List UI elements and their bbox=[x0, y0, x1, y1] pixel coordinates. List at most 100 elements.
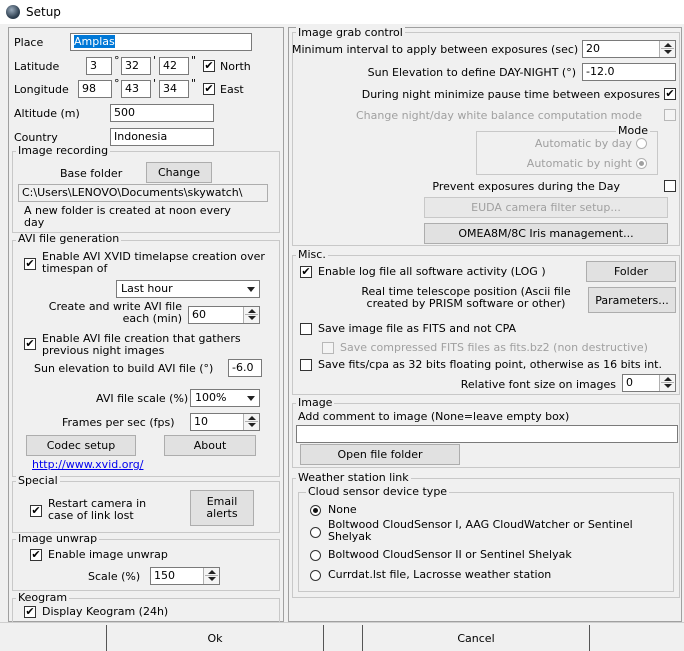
minute-mark: ' bbox=[153, 54, 157, 67]
auto-night-radio[interactable] bbox=[636, 158, 647, 169]
avi-scale-label: AVI file scale (%) bbox=[96, 392, 189, 405]
wb-mode-checkbox[interactable] bbox=[664, 109, 676, 121]
avi-scale-select[interactable]: 100% bbox=[190, 389, 260, 407]
latitude-seconds-input[interactable]: 42 bbox=[159, 57, 189, 75]
image-unwrap-title: Image unwrap bbox=[16, 532, 100, 545]
sun-elevation-avi-label: Sun elevation to build AVI file (°) bbox=[34, 362, 214, 375]
cloud-sensor-title: Cloud sensor device type bbox=[306, 485, 450, 498]
xvid-timelapse-label: Enable AVI XVID timelapse creation over … bbox=[42, 250, 265, 275]
image-grab-title: Image grab control bbox=[296, 26, 405, 39]
avi-generation-title: AVI file generation bbox=[16, 232, 122, 245]
place-value: Amplas bbox=[74, 35, 115, 48]
base-folder-path: C:\Users\LENOVO\Documents\skywatch\ bbox=[18, 184, 268, 202]
night-minimize-checkbox[interactable]: ✔ bbox=[664, 88, 676, 100]
image-unwrap-group bbox=[12, 539, 280, 591]
spin-arrows-icon[interactable] bbox=[659, 375, 675, 391]
weather-none-radio[interactable] bbox=[310, 505, 321, 516]
sun-day-night-label: Sun Elevation to define DAY-NIGHT (°) bbox=[367, 66, 576, 79]
create-avi-label: Create and write AVI file each (min) bbox=[48, 300, 182, 325]
email-alerts-button[interactable]: Email alerts bbox=[190, 490, 254, 526]
log-file-checkbox[interactable]: ✔ bbox=[300, 266, 312, 278]
fps-value: 10 bbox=[194, 415, 208, 428]
special-title: Special bbox=[16, 474, 60, 487]
latitude-degrees-input[interactable]: 3 bbox=[86, 57, 112, 75]
longitude-degrees-input[interactable]: 98 bbox=[78, 80, 112, 98]
unwrap-label: Enable image unwrap bbox=[48, 548, 168, 561]
euda-filter-button[interactable]: EUDA camera filter setup... bbox=[424, 197, 668, 218]
sun-day-night-input[interactable]: -12.0 bbox=[582, 63, 676, 81]
log-file-label: Enable log file all software activity (L… bbox=[318, 265, 546, 278]
weather-boltwood1-label: Boltwood CloudSensor I, AAG CloudWatcher… bbox=[328, 518, 633, 543]
unwrap-checkbox[interactable]: ✔ bbox=[30, 549, 42, 561]
min-interval-stepper[interactable]: 20 bbox=[582, 40, 676, 58]
folder-note: A new folder is created at noon every da… bbox=[24, 204, 231, 229]
keogram-checkbox[interactable]: ✔ bbox=[24, 606, 36, 618]
country-label: Country bbox=[14, 131, 58, 144]
change-folder-button[interactable]: Change bbox=[146, 162, 212, 183]
east-checkbox[interactable]: ✔ bbox=[203, 83, 215, 95]
second-mark: " bbox=[191, 54, 197, 67]
create-avi-value: 60 bbox=[192, 308, 206, 321]
auto-day-radio[interactable] bbox=[636, 138, 647, 149]
chevron-down-icon bbox=[247, 396, 255, 401]
xvid-timelapse-checkbox[interactable]: ✔ bbox=[24, 258, 36, 270]
xvid-link[interactable]: http://www.xvid.org/ bbox=[32, 458, 143, 471]
wb-mode-label: Change night/day white balance computati… bbox=[355, 109, 642, 122]
place-input[interactable]: Amplas bbox=[70, 33, 252, 51]
fps-stepper[interactable]: 10 bbox=[190, 413, 260, 431]
fps-label: Frames per sec (fps) bbox=[62, 416, 175, 429]
weather-boltwood1-radio[interactable] bbox=[310, 527, 321, 538]
longitude-minutes-input[interactable]: 43 bbox=[121, 80, 151, 98]
create-avi-stepper[interactable]: 60 bbox=[188, 306, 260, 324]
minute-mark: ' bbox=[153, 77, 157, 90]
save-fits-label: Save image file as FITS and not CPA bbox=[318, 322, 517, 335]
longitude-seconds-input[interactable]: 34 bbox=[159, 80, 189, 98]
comment-input[interactable] bbox=[296, 425, 678, 443]
open-file-folder-button[interactable]: Open file folder bbox=[300, 444, 460, 465]
save-fits-checkbox[interactable] bbox=[300, 323, 312, 335]
cancel-button[interactable]: Cancel bbox=[362, 625, 590, 651]
second-mark: " bbox=[191, 77, 197, 90]
altitude-input[interactable]: 500 bbox=[110, 104, 214, 122]
spin-arrows-icon[interactable] bbox=[659, 41, 675, 57]
night-avi-checkbox[interactable]: ✔ bbox=[24, 338, 36, 350]
prevent-day-label: Prevent exposures during the Day bbox=[432, 180, 620, 193]
avi-scale-value: 100% bbox=[195, 391, 227, 404]
compressed-fits-checkbox[interactable] bbox=[322, 342, 334, 354]
font-size-stepper[interactable]: 0 bbox=[622, 374, 676, 392]
parameters-button[interactable]: Parameters... bbox=[588, 287, 676, 313]
latitude-minutes-input[interactable]: 32 bbox=[121, 57, 151, 75]
timespan-value: Last hour bbox=[121, 282, 173, 295]
font-size-value: 0 bbox=[626, 376, 633, 389]
telescope-label: Real time telescope position (Ascii file… bbox=[361, 285, 571, 310]
keogram-title: Keogram bbox=[16, 591, 70, 604]
chevron-down-icon bbox=[247, 287, 255, 292]
font-size-label: Relative font size on images bbox=[460, 378, 616, 391]
weather-currdat-radio[interactable] bbox=[310, 570, 321, 581]
east-label: East bbox=[220, 83, 244, 96]
altitude-label: Altitude (m) bbox=[14, 107, 80, 120]
float-save-checkbox[interactable] bbox=[300, 359, 312, 371]
prevent-day-checkbox[interactable] bbox=[664, 180, 676, 192]
sun-elevation-avi-input[interactable]: -6.0 bbox=[228, 359, 262, 377]
restart-camera-checkbox[interactable]: ✔ bbox=[30, 505, 42, 517]
auto-day-label: Automatic by day bbox=[534, 137, 632, 150]
log-folder-button[interactable]: Folder bbox=[586, 261, 676, 282]
unwrap-scale-stepper[interactable]: 150 bbox=[150, 567, 220, 585]
weather-boltwood2-radio[interactable] bbox=[310, 550, 321, 561]
spin-arrows-icon[interactable] bbox=[243, 414, 259, 430]
weather-none-label: None bbox=[328, 503, 357, 516]
image-recording-title: Image recording bbox=[16, 144, 111, 157]
about-button[interactable]: About bbox=[164, 435, 256, 456]
timespan-select[interactable]: Last hour bbox=[116, 280, 260, 298]
place-label: Place bbox=[14, 36, 44, 49]
ok-button[interactable]: Ok bbox=[106, 625, 324, 651]
spin-arrows-icon[interactable] bbox=[243, 307, 259, 323]
north-checkbox[interactable]: ✔ bbox=[203, 60, 215, 72]
spin-arrows-icon[interactable] bbox=[203, 568, 219, 584]
degree-mark: ° bbox=[114, 54, 120, 67]
compressed-fits-label: Save compressed FITS files as fits.bz2 (… bbox=[340, 341, 648, 354]
omea-iris-button[interactable]: OMEA8M/8C Iris management... bbox=[424, 223, 668, 244]
codec-setup-button[interactable]: Codec setup bbox=[26, 435, 136, 456]
country-input[interactable]: Indonesia bbox=[110, 128, 214, 146]
